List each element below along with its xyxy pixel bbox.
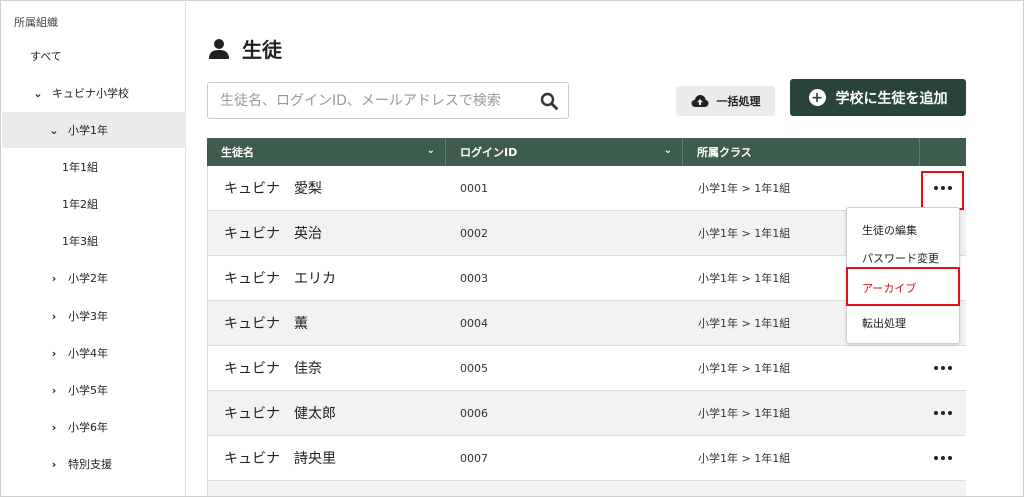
sidebar-item-grade1[interactable]: ⌄ 小学1年	[2, 112, 186, 148]
menu-item-transfer-out[interactable]: 転出処理	[847, 309, 959, 337]
student-name: キュビナ エリカ	[224, 271, 336, 287]
class-path: 小学1年 > 1年1組	[698, 227, 791, 240]
sidebar-item-school[interactable]: ⌄ キュビナ小学校	[2, 75, 186, 111]
more-icon[interactable]	[932, 360, 954, 376]
chevron-down-icon[interactable]: ⌄	[664, 145, 672, 156]
class-path: 小学1年 > 1年1組	[698, 362, 791, 375]
column-header-actions	[920, 138, 966, 166]
menu-item-edit-student[interactable]: 生徒の編集	[847, 216, 959, 244]
sidebar-item-grade6[interactable]: › 小学6年	[2, 409, 186, 445]
column-header-class: 所属クラス	[683, 138, 920, 166]
chevron-right-icon[interactable]: ›	[46, 347, 62, 360]
column-header-name[interactable]: 生徒名 ⌄	[207, 138, 446, 166]
search-box	[207, 82, 569, 119]
class-path: 小学1年 > 1年1組	[698, 452, 791, 465]
sidebar-item-class-1-3[interactable]: 1年3組	[2, 223, 186, 259]
more-icon[interactable]	[932, 405, 954, 421]
more-icon[interactable]	[932, 450, 954, 466]
plus-circle-icon: +	[808, 89, 826, 106]
search-input[interactable]	[220, 83, 530, 118]
sidebar-item-label: 小学2年	[68, 272, 108, 285]
sidebar-item-label: 1年3組	[62, 235, 98, 248]
sidebar-item-label: 小学3年	[68, 310, 108, 323]
sidebar-item-label: 小学1年	[68, 124, 108, 137]
student-name: キュビナ 健太郎	[224, 406, 336, 422]
table-row[interactable]: キュビナ 愛梨 0001 小学1年 > 1年1組	[207, 166, 966, 211]
sidebar-item-label: 小学5年	[68, 384, 108, 397]
chevron-right-icon[interactable]: ›	[46, 384, 62, 397]
sidebar-item-class-1-2[interactable]: 1年2組	[2, 186, 186, 222]
chevron-down-icon[interactable]: ⌄	[427, 145, 435, 156]
more-button-highlight	[921, 171, 964, 210]
search-icon[interactable]	[540, 92, 558, 110]
student-name: キュビナ 愛梨	[224, 181, 322, 197]
login-id: 0002	[460, 226, 488, 240]
chevron-right-icon[interactable]: ›	[46, 310, 62, 323]
class-path: 小学1年 > 1年1組	[698, 317, 791, 330]
sidebar-item-grade2[interactable]: › 小学2年	[2, 260, 186, 296]
student-name: キュビナ 詩央里	[224, 451, 336, 467]
sidebar-item-label: 特別支援	[68, 458, 112, 471]
cloud-upload-icon	[691, 95, 708, 107]
table-row	[207, 481, 966, 496]
sidebar-header: 所属組織	[14, 16, 58, 29]
sidebar-item-label: 1年2組	[62, 198, 98, 211]
chevron-right-icon[interactable]: ›	[46, 272, 62, 285]
sidebar-item-special[interactable]: › 特別支援	[2, 446, 186, 482]
add-student-label: 学校に生徒を追加	[835, 90, 948, 107]
chevron-right-icon[interactable]: ›	[46, 458, 62, 471]
app-frame: 所属組織 すべて ⌄ キュビナ小学校 ⌄ 小学1年 1年1組 1年2組 1年3組…	[0, 0, 1024, 497]
sidebar-item-label: 1年1組	[62, 161, 98, 174]
table-row[interactable]: キュビナ 健太郎 0006 小学1年 > 1年1組	[207, 391, 966, 436]
login-id: 0001	[460, 181, 488, 195]
sidebar-item-label: キュビナ小学校	[52, 87, 129, 100]
column-header-label: ログインID	[460, 146, 518, 159]
login-id: 0004	[460, 316, 488, 330]
chevron-down-icon[interactable]: ⌄	[46, 124, 62, 137]
table-row[interactable]: キュビナ 詩央里 0007 小学1年 > 1年1組	[207, 436, 966, 481]
column-header-label: 所属クラス	[697, 146, 752, 159]
login-id: 0006	[460, 406, 488, 420]
chevron-right-icon[interactable]: ›	[46, 421, 62, 434]
student-name: キュビナ 英治	[224, 226, 322, 242]
student-name: キュビナ 佳奈	[224, 361, 322, 377]
person-icon	[209, 38, 229, 59]
table-header: 生徒名 ⌄ ログインID ⌄ 所属クラス	[207, 138, 966, 166]
bulk-process-button[interactable]: 一括処理	[676, 86, 775, 116]
class-path: 小学1年 > 1年1組	[698, 272, 791, 285]
login-id: 0003	[460, 271, 488, 285]
class-path: 小学1年 > 1年1組	[698, 407, 791, 420]
sidebar-item-label: 小学4年	[68, 347, 108, 360]
sidebar-item-label: すべて	[30, 50, 62, 63]
chevron-down-icon[interactable]: ⌄	[30, 87, 46, 100]
sidebar-item-grade3[interactable]: › 小学3年	[2, 298, 186, 334]
column-header-login-id[interactable]: ログインID ⌄	[446, 138, 683, 166]
sidebar: 所属組織 すべて ⌄ キュビナ小学校 ⌄ 小学1年 1年1組 1年2組 1年3組…	[2, 2, 186, 496]
page-title: 生徒	[208, 34, 282, 63]
sidebar-item-label: 小学6年	[68, 421, 108, 434]
table-row[interactable]: キュビナ 佳奈 0005 小学1年 > 1年1組	[207, 346, 966, 391]
column-header-label: 生徒名	[221, 146, 254, 159]
bulk-process-label: 一括処理	[716, 95, 761, 108]
sidebar-item-grade5[interactable]: › 小学5年	[2, 372, 186, 408]
add-student-button[interactable]: + 学校に生徒を追加	[790, 79, 966, 116]
sidebar-item-grade4[interactable]: › 小学4年	[2, 335, 186, 371]
archive-highlight	[846, 267, 960, 306]
login-id: 0007	[460, 451, 488, 465]
student-name: キュビナ 薫	[224, 316, 308, 332]
login-id: 0005	[460, 361, 488, 375]
sidebar-item-all[interactable]: すべて	[2, 38, 186, 74]
class-path: 小学1年 > 1年1組	[698, 182, 791, 195]
sidebar-item-class-1-1[interactable]: 1年1組	[2, 149, 186, 185]
page-title-text: 生徒	[242, 38, 282, 62]
